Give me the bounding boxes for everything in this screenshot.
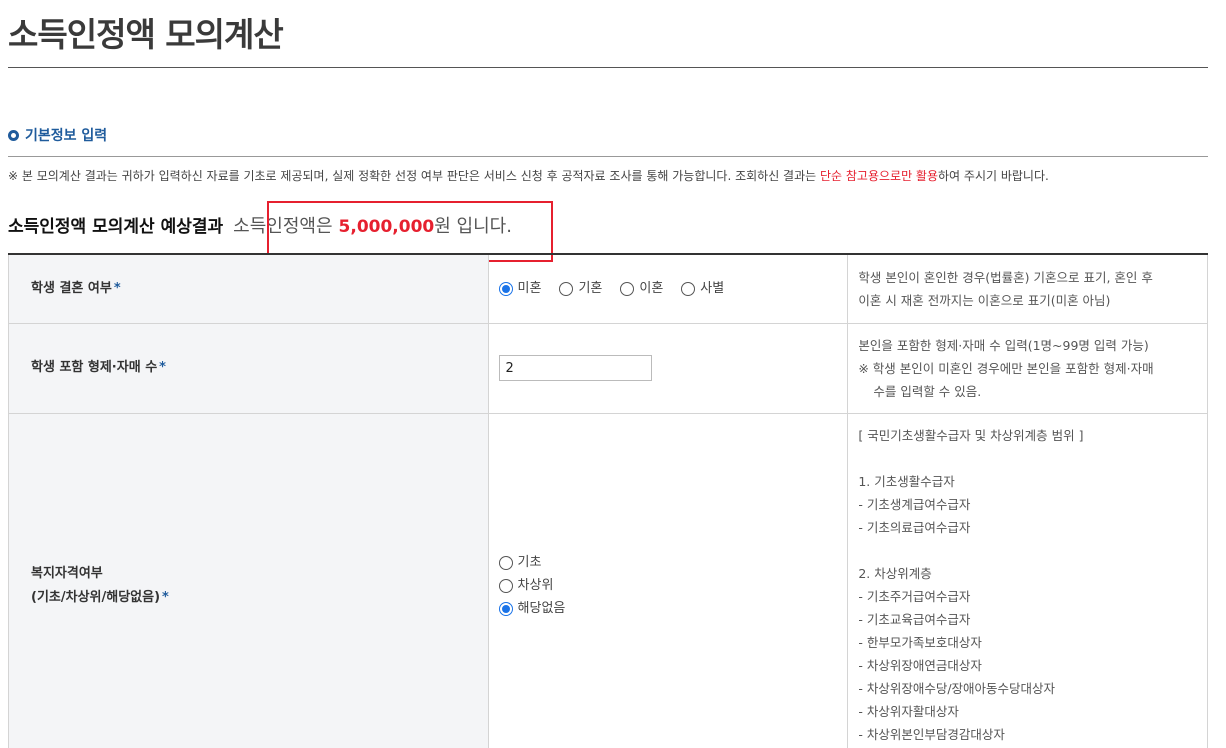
marriage-field: 미혼 기혼 이혼 사별 [487,253,849,324]
radio-empty-icon[interactable] [620,281,635,296]
radio-label: 기혼 [578,280,603,296]
radio-label: 미혼 [517,280,542,296]
radio-marriage-single[interactable]: 미혼 [498,279,542,299]
circle-bullet-icon [8,129,19,141]
radio-selected-icon[interactable] [498,601,513,616]
basic-info-form: 학생 결혼 여부 * 미혼 기혼 이혼 사별 학생 본인이 혼인한 경우(법률혼)… [8,253,1208,748]
radio-marriage-married[interactable]: 기혼 [559,279,602,299]
radio-label: 해당없음 [517,600,566,616]
radio-label: 이혼 [639,280,664,296]
radio-empty-icon[interactable] [498,578,513,593]
desc-group-title: 1. 기초생활수급자 [858,473,955,489]
required-mark: * [113,280,121,296]
radio-welfare-none[interactable]: 해당없음 [498,599,838,619]
result-label: 소득인정액 모의계산 예상결과 [8,217,224,237]
page-title: 소득인정액 모의계산 [8,15,284,54]
radio-marriage-widowed[interactable]: 사별 [681,279,724,299]
desc-line: ※ 학생 본인이 미혼인 경우에만 본인을 포함한 형제·자매 [858,360,1154,376]
desc-line: 이혼 시 재혼 전까지는 이혼으로 표기(미혼 아님) [858,292,1111,308]
radio-empty-icon[interactable] [681,281,696,296]
section-heading: 기본정보 입력 [8,125,107,145]
row-welfare: 복지자격여부 (기초/차상위/해당없음) * 기초 차상위 해당없음 [ 국민기초… [8,412,1208,748]
notice-text: ※ 본 모의계산 결과는 귀하가 입력하신 자료를 기초로 제공되며, 실제 정… [8,165,1208,187]
desc-item: - 기초생계급여수급자 [858,496,971,512]
radio-welfare-near-poverty[interactable]: 차상위 [498,576,838,596]
radio-welfare-basic[interactable]: 기초 [498,553,838,573]
desc-line: 수를 입력할 수 있음. [873,383,982,399]
marriage-radio-group: 미혼 기혼 이혼 사별 [498,279,838,299]
welfare-radio-group: 기초 차상위 해당없음 [498,553,838,619]
siblings-count-input[interactable] [498,355,652,381]
desc-item: - 차상위장애연금대상자 [858,657,982,673]
desc-item: - 차상위장애수당/장애아동수당대상자 [858,680,1056,696]
siblings-label-text: 학생 포함 형제·자매 수 [31,360,158,375]
row-siblings: 학생 포함 형제·자매 수* 본인을 포함한 형제·자매 수 입력(1명~99명… [8,322,1208,414]
section-divider [8,156,1208,157]
siblings-field [487,322,849,414]
title-divider [8,67,1208,68]
marriage-label: 학생 결혼 여부 * [8,253,489,324]
desc-item: - 한부모가족보호대상자 [858,634,982,650]
notice-emphasis: 단순 참고용으로만 활용 [819,169,939,183]
radio-label: 차상위 [517,577,554,593]
radio-label: 사별 [700,280,725,296]
radio-label: 기초 [517,554,542,570]
radio-empty-icon[interactable] [559,281,574,296]
desc-item: - 기초주거급여수급자 [858,588,971,604]
desc-item: - 기초교육급여수급자 [858,611,971,627]
siblings-desc: 본인을 포함한 형제·자매 수 입력(1명~99명 입력 가능) ※ 학생 본인… [847,322,1208,414]
desc-line: 학생 본인이 혼인한 경우(법률혼) 기혼으로 표기, 혼인 후 [858,269,1153,285]
welfare-label-line2: (기초/차상위/해당없음) [31,589,161,605]
marriage-desc: 학생 본인이 혼인한 경우(법률혼) 기혼으로 표기, 혼인 후 이혼 시 재혼… [847,253,1208,324]
section-heading-text: 기본정보 입력 [25,128,108,144]
required-mark: * [159,360,166,375]
desc-item: - 차상위자활대상자 [858,703,959,719]
desc-line: 본인을 포함한 형제·자매 수 입력(1명~99명 입력 가능) [858,337,1149,353]
welfare-desc: [ 국민기초생활수급자 및 차상위계층 범위 ] 1. 기초생활수급자 - 기초… [847,412,1208,748]
desc-group-title: 2. 차상위계층 [858,565,932,581]
row-marriage: 학생 결혼 여부 * 미혼 기혼 이혼 사별 학생 본인이 혼인한 경우(법률혼)… [8,253,1208,324]
welfare-label: 복지자격여부 (기초/차상위/해당없음) * [8,412,489,748]
notice-prefix: ※ 본 모의계산 결과는 귀하가 입력하신 자료를 기초로 제공되며, 실제 정… [8,169,820,183]
radio-selected-icon[interactable] [498,281,513,296]
marriage-label-text: 학생 결혼 여부 [31,280,112,296]
welfare-field: 기초 차상위 해당없음 [487,412,849,748]
notice-suffix: 하여 주시기 바랍니다. [938,169,1049,183]
welfare-label-line1: 복지자격여부 [31,565,103,581]
desc-title: [ 국민기초생활수급자 및 차상위계층 범위 ] [858,427,1084,443]
required-mark: * [162,589,169,605]
desc-item: - 차상위본인부담경감대상자 [858,726,1005,742]
siblings-label: 학생 포함 형제·자매 수 * [8,322,489,414]
radio-marriage-divorced[interactable]: 이혼 [620,279,663,299]
desc-item: - 기초의료급여수급자 [858,519,971,535]
radio-empty-icon[interactable] [498,555,513,570]
